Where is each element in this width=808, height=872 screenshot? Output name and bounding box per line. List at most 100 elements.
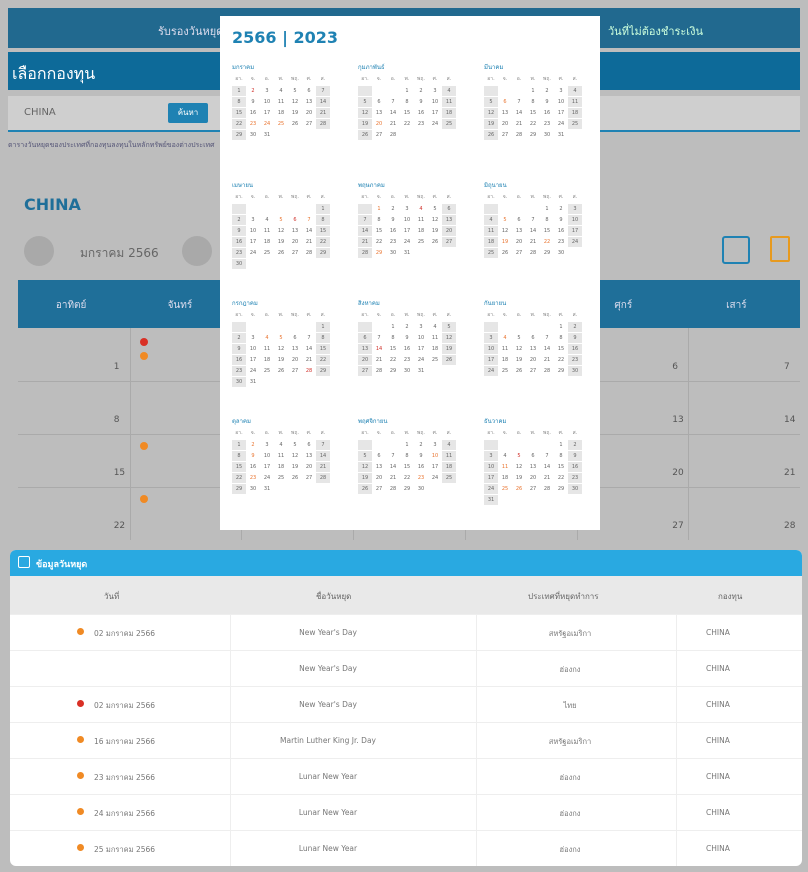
day-cell[interactable]: 11: [260, 226, 274, 236]
day-cell[interactable]: 12: [274, 226, 288, 236]
day-cell[interactable]: 29: [554, 484, 568, 494]
day-cell[interactable]: 14: [316, 451, 330, 461]
day-cell[interactable]: 19: [498, 237, 512, 247]
day-cell[interactable]: 21: [316, 462, 330, 472]
day-cell[interactable]: 23: [246, 473, 260, 483]
day-cell[interactable]: 8: [554, 333, 568, 343]
day-cell[interactable]: 29: [400, 484, 414, 494]
day-cell[interactable]: 20: [442, 226, 456, 236]
day-cell[interactable]: 3: [554, 86, 568, 96]
day-cell[interactable]: 23: [232, 248, 246, 258]
day-cell[interactable]: 20: [498, 119, 512, 129]
calendar-day-number[interactable]: 21: [784, 468, 795, 478]
day-cell[interactable]: 28: [302, 248, 316, 258]
day-cell[interactable]: 30: [232, 377, 246, 387]
day-cell[interactable]: 19: [288, 462, 302, 472]
day-cell[interactable]: 7: [316, 440, 330, 450]
day-cell[interactable]: 18: [274, 108, 288, 118]
day-cell[interactable]: 27: [372, 484, 386, 494]
day-cell[interactable]: 16: [414, 462, 428, 472]
day-cell[interactable]: 22: [554, 355, 568, 365]
day-cell[interactable]: 10: [428, 451, 442, 461]
day-cell[interactable]: 29: [316, 366, 330, 376]
day-cell[interactable]: 15: [400, 462, 414, 472]
day-cell[interactable]: 1: [316, 322, 330, 332]
day-cell[interactable]: 29: [232, 484, 246, 494]
day-cell[interactable]: 16: [540, 108, 554, 118]
day-cell[interactable]: 9: [246, 97, 260, 107]
day-cell[interactable]: 23: [232, 366, 246, 376]
day-cell[interactable]: 15: [554, 462, 568, 472]
day-cell[interactable]: 30: [568, 484, 582, 494]
day-cell[interactable]: 6: [512, 215, 526, 225]
day-cell[interactable]: 1: [232, 440, 246, 450]
day-cell[interactable]: 14: [512, 108, 526, 118]
day-cell[interactable]: 29: [372, 248, 386, 258]
day-cell[interactable]: 25: [274, 119, 288, 129]
day-cell[interactable]: 11: [568, 97, 582, 107]
day-cell[interactable]: 30: [540, 130, 554, 140]
day-cell[interactable]: 7: [372, 333, 386, 343]
day-cell[interactable]: 28: [302, 366, 316, 376]
day-cell[interactable]: 20: [288, 355, 302, 365]
day-cell[interactable]: 6: [442, 204, 456, 214]
day-cell[interactable]: 7: [540, 333, 554, 343]
day-cell[interactable]: 2: [414, 440, 428, 450]
day-cell[interactable]: 1: [540, 204, 554, 214]
day-cell[interactable]: 10: [260, 97, 274, 107]
day-cell[interactable]: 21: [540, 473, 554, 483]
day-cell[interactable]: 17: [246, 237, 260, 247]
day-cell[interactable]: 18: [568, 108, 582, 118]
day-cell[interactable]: 26: [484, 130, 498, 140]
day-cell[interactable]: 16: [246, 108, 260, 118]
day-cell[interactable]: 16: [246, 462, 260, 472]
day-cell[interactable]: 8: [316, 215, 330, 225]
day-cell[interactable]: 18: [442, 462, 456, 472]
day-cell[interactable]: 24: [484, 366, 498, 376]
search-button[interactable]: ค้นหา: [168, 103, 208, 123]
day-cell[interactable]: 22: [400, 473, 414, 483]
day-cell[interactable]: 3: [246, 333, 260, 343]
day-cell[interactable]: 4: [260, 333, 274, 343]
day-cell[interactable]: 11: [484, 226, 498, 236]
day-cell[interactable]: 4: [442, 440, 456, 450]
day-cell[interactable]: 15: [554, 344, 568, 354]
day-cell[interactable]: 1: [386, 322, 400, 332]
day-cell[interactable]: 1: [316, 204, 330, 214]
day-cell[interactable]: 28: [358, 248, 372, 258]
day-cell[interactable]: 23: [414, 473, 428, 483]
day-cell[interactable]: 11: [498, 462, 512, 472]
day-cell[interactable]: 13: [442, 215, 456, 225]
calendar-day-number[interactable]: 6: [672, 362, 678, 372]
day-cell[interactable]: 16: [414, 108, 428, 118]
day-cell[interactable]: 18: [484, 237, 498, 247]
calendar-search-icon[interactable]: [722, 236, 750, 264]
day-cell[interactable]: 5: [428, 204, 442, 214]
day-cell[interactable]: 5: [512, 451, 526, 461]
day-cell[interactable]: 30: [386, 248, 400, 258]
day-cell[interactable]: 5: [274, 215, 288, 225]
day-cell[interactable]: 26: [274, 366, 288, 376]
day-cell[interactable]: 12: [498, 226, 512, 236]
day-cell[interactable]: 13: [512, 226, 526, 236]
day-cell[interactable]: 2: [568, 322, 582, 332]
day-cell[interactable]: 9: [414, 451, 428, 461]
day-cell[interactable]: 3: [484, 451, 498, 461]
day-cell[interactable]: 28: [386, 130, 400, 140]
calendar-day-number[interactable]: 1: [114, 362, 120, 372]
day-cell[interactable]: 20: [526, 473, 540, 483]
day-cell[interactable]: 21: [316, 108, 330, 118]
day-cell[interactable]: 25: [260, 366, 274, 376]
day-cell[interactable]: 9: [414, 97, 428, 107]
day-cell[interactable]: 19: [442, 344, 456, 354]
day-cell[interactable]: 30: [554, 248, 568, 258]
day-cell[interactable]: 24: [428, 119, 442, 129]
day-cell[interactable]: 23: [568, 355, 582, 365]
day-cell[interactable]: 15: [540, 226, 554, 236]
day-cell[interactable]: 10: [554, 97, 568, 107]
day-cell[interactable]: 9: [554, 215, 568, 225]
day-cell[interactable]: 19: [274, 355, 288, 365]
day-cell[interactable]: 21: [526, 237, 540, 247]
day-cell[interactable]: 16: [386, 226, 400, 236]
day-cell[interactable]: 9: [246, 451, 260, 461]
